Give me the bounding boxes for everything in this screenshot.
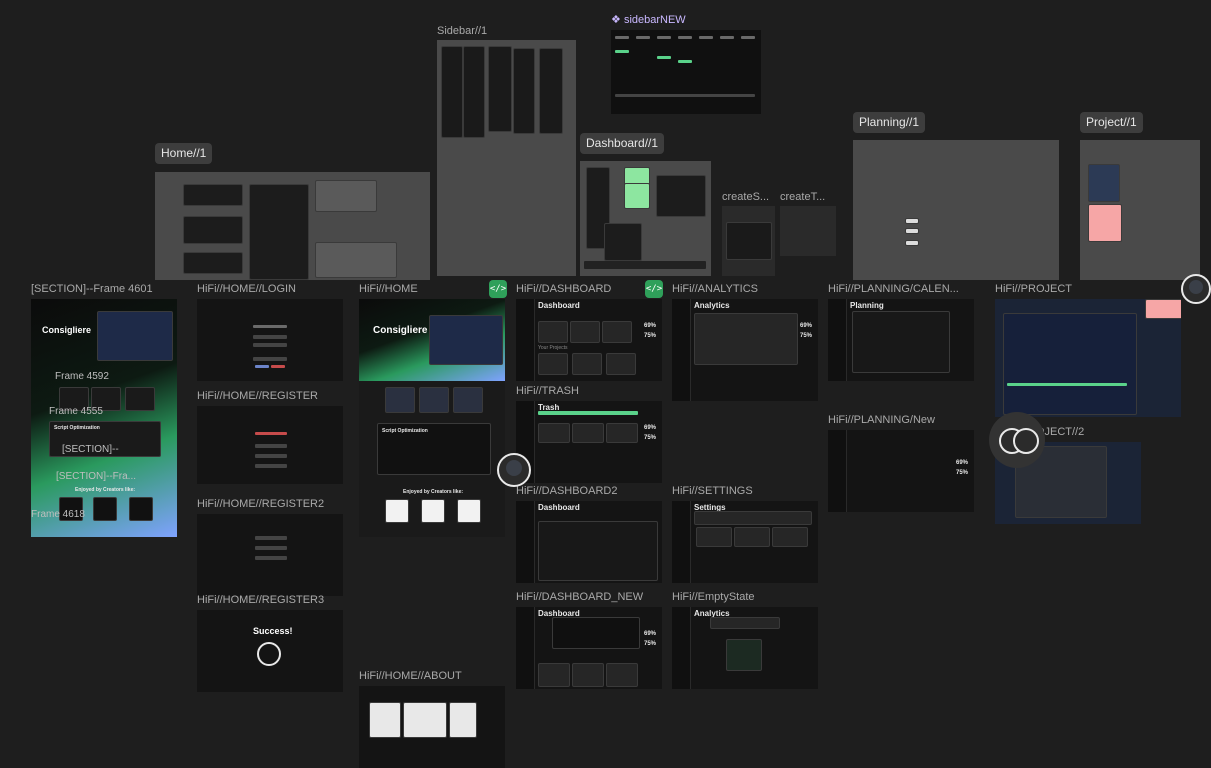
frame-label-planning-new[interactable]: HiFi//PLANNING/New: [828, 414, 935, 427]
sidebar-mock-5: [539, 48, 563, 134]
frame-dashboard-hifi[interactable]: Dashboard 69% 75% Your Projects: [516, 299, 662, 381]
frame-label-empty-state[interactable]: HiFi//EmptyState: [672, 591, 755, 604]
frame-sidebar[interactable]: [437, 40, 576, 276]
frame-label-planning-cal[interactable]: HiFi//PLANNING/CALEN...: [828, 283, 959, 296]
frame-section-4601[interactable]: Consigliere Script Optimization Enjoyed …: [31, 299, 177, 537]
overlay-frame-4618[interactable]: Frame 4618: [31, 509, 85, 520]
frame-dashboard-new[interactable]: Dashboard 69% 75%: [516, 607, 662, 689]
sidebar-mock-1: [441, 46, 463, 138]
hero-title: Consigliere: [42, 325, 92, 335]
frame-sidebar-new[interactable]: [611, 30, 761, 114]
embed-code-icon-2[interactable]: </>: [645, 280, 663, 298]
frame-empty-state[interactable]: Analytics: [672, 607, 818, 689]
success-title: Success!: [253, 626, 293, 636]
frame-dashboard[interactable]: [580, 161, 711, 276]
sidebar-mock-3: [488, 46, 512, 132]
frame-planning-new[interactable]: 69% 75%: [828, 430, 974, 512]
frame-label-trash[interactable]: HiFi//TRASH: [516, 385, 579, 398]
collaborator-avatar-4[interactable]: [1013, 428, 1039, 454]
frame-label-dashboard2[interactable]: HiFi//DASHBOARD2: [516, 485, 617, 498]
sidebar-mock-2: [463, 46, 485, 138]
overlay-section-2[interactable]: [SECTION]--Fra...: [56, 471, 136, 482]
frame-label-register2[interactable]: HiFi//HOME//REGISTER2: [197, 498, 324, 511]
component-icon: ❖: [611, 14, 621, 26]
frame-project-hifi[interactable]: [995, 299, 1181, 417]
collaborator-avatar-2[interactable]: [497, 453, 531, 487]
frame-label-analytics[interactable]: HiFi//ANALYTICS: [672, 283, 758, 296]
sticky-note: [1088, 204, 1122, 242]
frame-label-register3[interactable]: HiFi//HOME//REGISTER3: [197, 594, 324, 607]
frame-label-home[interactable]: Home//1: [155, 143, 213, 164]
frame-planning-cal[interactable]: Planning: [828, 299, 974, 381]
embed-code-icon[interactable]: </>: [489, 280, 507, 298]
overlay-frame-4592[interactable]: Frame 4592: [55, 371, 109, 382]
frame-login[interactable]: [197, 299, 343, 381]
frame-label-settings[interactable]: HiFi//SETTINGS: [672, 485, 753, 498]
frame-hifi-home[interactable]: Consigliere Script Optimization Enjoyed …: [359, 299, 505, 537]
frame-register2[interactable]: [197, 514, 343, 596]
collaborator-avatar-stack[interactable]: [989, 412, 1045, 468]
frame-analytics[interactable]: Analytics 69% 75%: [672, 299, 818, 401]
frame-label-section-4601[interactable]: [SECTION]--Frame 4601: [31, 283, 153, 296]
frame-register3[interactable]: Success!: [197, 610, 343, 692]
frame-planning[interactable]: [853, 140, 1059, 280]
frame-dashboard2[interactable]: Dashboard: [516, 501, 662, 583]
check-circle-icon: [257, 642, 281, 666]
frame-create-t[interactable]: [780, 206, 836, 256]
frame-label-register[interactable]: HiFi//HOME//REGISTER: [197, 390, 318, 403]
frame-label-create-s[interactable]: createS...: [722, 191, 769, 204]
frame-label-planning[interactable]: Planning//1: [853, 112, 926, 133]
frame-label-hifi-home[interactable]: HiFi//HOME: [359, 283, 418, 296]
frame-label-project-hifi[interactable]: HiFi//PROJECT: [995, 283, 1072, 296]
sidebar-mock-4: [513, 48, 535, 134]
frame-project[interactable]: [1080, 140, 1200, 280]
frame-trash[interactable]: Trash 69% 75%: [516, 401, 662, 483]
frame-register[interactable]: [197, 406, 343, 484]
frame-label-about[interactable]: HiFi//HOME//ABOUT: [359, 670, 462, 683]
frame-label-sidebar-new[interactable]: ❖ sidebarNEW: [611, 14, 686, 27]
sticky-note-2: [1145, 299, 1181, 319]
frame-label-login[interactable]: HiFi//HOME//LOGIN: [197, 283, 296, 296]
frame-label-sidebar[interactable]: Sidebar//1: [437, 25, 487, 38]
frame-label-project[interactable]: Project//1: [1080, 112, 1143, 133]
frame-label-dashboard-hifi[interactable]: HiFi//DASHBOARD: [516, 283, 611, 296]
overlay-section-1[interactable]: [SECTION]--: [62, 444, 119, 455]
frame-home[interactable]: [155, 172, 430, 280]
overlay-frame-4555[interactable]: Frame 4555: [49, 406, 103, 417]
frame-label-dashboard-new[interactable]: HiFi//DASHBOARD_NEW: [516, 591, 643, 604]
frame-label-dashboard[interactable]: Dashboard//1: [580, 133, 665, 154]
hero-title-home: Consigliere: [373, 325, 428, 336]
collaborator-avatar-1[interactable]: [1181, 274, 1211, 304]
frame-about[interactable]: [359, 686, 505, 768]
frame-create-s[interactable]: [722, 206, 775, 276]
frame-settings[interactable]: Settings: [672, 501, 818, 583]
frame-label-create-t[interactable]: createT...: [780, 191, 825, 204]
